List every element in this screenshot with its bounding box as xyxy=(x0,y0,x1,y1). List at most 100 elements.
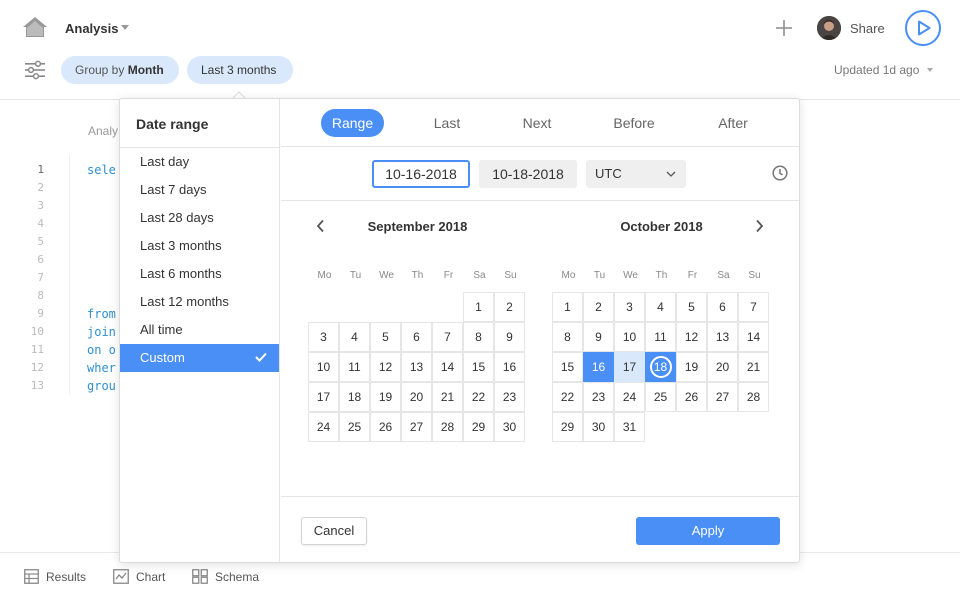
day-cell[interactable]: 23 xyxy=(583,382,614,412)
preset-item[interactable]: Last day xyxy=(120,148,279,176)
day-cell[interactable]: 2 xyxy=(583,292,614,322)
day-cell[interactable]: 24 xyxy=(614,382,645,412)
updated-status[interactable]: Updated 1d ago xyxy=(834,63,919,77)
run-button[interactable] xyxy=(905,10,941,46)
day-cell[interactable]: 19 xyxy=(370,382,401,412)
chevron-down-icon[interactable] xyxy=(121,25,129,30)
day-cell[interactable]: 17 xyxy=(614,352,645,382)
page-title[interactable]: Analysis xyxy=(65,21,118,36)
tab-last[interactable]: Last xyxy=(425,109,469,137)
home-icon[interactable] xyxy=(22,16,48,38)
preset-item[interactable]: Last 12 months xyxy=(120,288,279,316)
end-date-input[interactable]: 10-18-2018 xyxy=(479,160,577,188)
day-cell[interactable]: 11 xyxy=(645,322,676,352)
cancel-button[interactable]: Cancel xyxy=(301,517,367,545)
preset-item[interactable]: Last 6 months xyxy=(120,260,279,288)
day-cell[interactable]: 30 xyxy=(494,412,525,442)
day-cell[interactable]: 12 xyxy=(370,352,401,382)
day-cell[interactable]: 1 xyxy=(463,292,494,322)
preset-item[interactable]: All time xyxy=(120,316,279,344)
month-title: September 2018 xyxy=(367,219,468,234)
clock-icon[interactable] xyxy=(772,165,788,181)
day-cell[interactable]: 28 xyxy=(432,412,463,442)
day-cell[interactable]: 18 xyxy=(645,352,676,382)
day-cell[interactable]: 13 xyxy=(401,352,432,382)
tab-next[interactable]: Next xyxy=(510,109,564,137)
day-cell[interactable]: 28 xyxy=(738,382,769,412)
day-cell[interactable]: 9 xyxy=(583,322,614,352)
day-cell[interactable]: 3 xyxy=(614,292,645,322)
day-cell[interactable]: 22 xyxy=(552,382,583,412)
day-cell[interactable]: 16 xyxy=(583,352,614,382)
day-cell[interactable]: 20 xyxy=(707,352,738,382)
preset-item[interactable]: Last 3 months xyxy=(120,232,279,260)
day-cell[interactable]: 6 xyxy=(401,322,432,352)
tab-schema[interactable]: Schema xyxy=(192,569,259,584)
day-cell[interactable]: 27 xyxy=(401,412,432,442)
day-cell[interactable]: 5 xyxy=(676,292,707,322)
day-cell[interactable]: 14 xyxy=(738,322,769,352)
preset-item[interactable]: Last 28 days xyxy=(120,204,279,232)
day-cell[interactable]: 22 xyxy=(463,382,494,412)
tab-chart[interactable]: Chart xyxy=(113,569,165,584)
day-cell[interactable]: 7 xyxy=(432,322,463,352)
day-cell[interactable]: 5 xyxy=(370,322,401,352)
day-cell[interactable]: 20 xyxy=(401,382,432,412)
day-cell[interactable]: 15 xyxy=(552,352,583,382)
day-cell[interactable]: 29 xyxy=(552,412,583,442)
day-cell[interactable]: 30 xyxy=(583,412,614,442)
timezone-select[interactable]: UTC xyxy=(586,160,686,188)
day-cell[interactable]: 25 xyxy=(645,382,676,412)
start-date-input[interactable]: 10-16-2018 xyxy=(372,160,470,188)
day-cell[interactable]: 25 xyxy=(339,412,370,442)
day-cell[interactable]: 3 xyxy=(308,322,339,352)
preset-item[interactable]: Last 7 days xyxy=(120,176,279,204)
day-cell[interactable]: 26 xyxy=(676,382,707,412)
day-cell[interactable]: 23 xyxy=(494,382,525,412)
day-cell[interactable]: 9 xyxy=(494,322,525,352)
tab-after[interactable]: After xyxy=(706,109,760,137)
group-by-chip[interactable]: Group by Month xyxy=(61,56,179,84)
day-cell[interactable]: 13 xyxy=(707,322,738,352)
day-cell[interactable]: 26 xyxy=(370,412,401,442)
day-cell[interactable]: 10 xyxy=(308,352,339,382)
code-editor[interactable]: sele from join on o wher grou xyxy=(87,161,116,395)
tab-before[interactable]: Before xyxy=(603,109,665,137)
avatar[interactable] xyxy=(817,16,841,40)
day-cell[interactable]: 15 xyxy=(463,352,494,382)
day-cell[interactable]: 7 xyxy=(738,292,769,322)
day-cell[interactable]: 16 xyxy=(494,352,525,382)
day-cell[interactable]: 8 xyxy=(552,322,583,352)
day-cell[interactable]: 24 xyxy=(308,412,339,442)
day-cell[interactable]: 29 xyxy=(463,412,494,442)
day-cell[interactable]: 19 xyxy=(676,352,707,382)
chevron-down-icon[interactable] xyxy=(927,68,933,72)
date-inputs-row: 10-16-2018 10-18-2018 UTC xyxy=(281,148,799,201)
day-cell[interactable]: 6 xyxy=(707,292,738,322)
tab-range[interactable]: Range xyxy=(321,109,384,137)
day-cell[interactable]: 4 xyxy=(339,322,370,352)
day-cell[interactable]: 10 xyxy=(614,322,645,352)
day-cell[interactable]: 2 xyxy=(494,292,525,322)
apply-button[interactable]: Apply xyxy=(636,517,780,545)
day-cell[interactable]: 11 xyxy=(339,352,370,382)
share-button[interactable]: Share xyxy=(850,21,885,36)
date-range-chip[interactable]: Last 3 months xyxy=(187,56,293,84)
day-cell[interactable]: 18 xyxy=(339,382,370,412)
filter-settings-icon[interactable] xyxy=(24,60,46,80)
day-cell[interactable]: 31 xyxy=(614,412,645,442)
day-cell[interactable]: 21 xyxy=(738,352,769,382)
day-cell[interactable]: 12 xyxy=(676,322,707,352)
preset-item[interactable]: Custom xyxy=(120,344,279,372)
chevron-down-icon xyxy=(666,171,676,177)
day-cell[interactable]: 8 xyxy=(463,322,494,352)
day-cell[interactable]: 14 xyxy=(432,352,463,382)
tab-results[interactable]: Results xyxy=(24,569,86,584)
plus-icon[interactable] xyxy=(774,18,794,38)
day-cell[interactable]: 21 xyxy=(432,382,463,412)
day-cell[interactable]: 17 xyxy=(308,382,339,412)
day-cell[interactable]: 27 xyxy=(707,382,738,412)
day-cell[interactable]: 4 xyxy=(645,292,676,322)
day-cell[interactable]: 1 xyxy=(552,292,583,322)
